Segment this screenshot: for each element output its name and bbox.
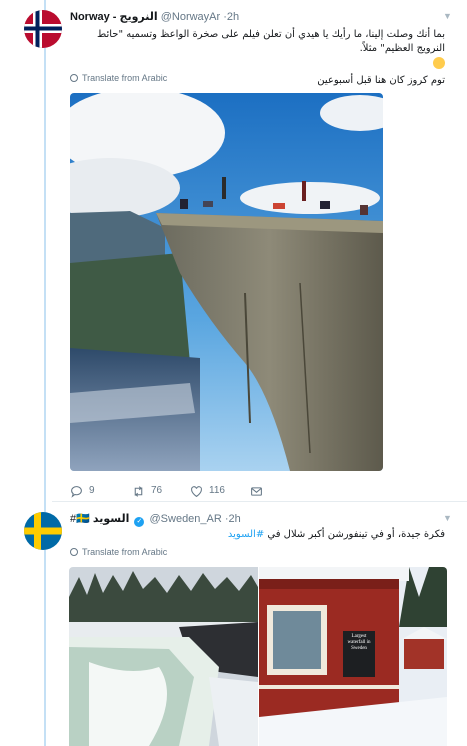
- tweet-sweden[interactable]: #🇸🇪 السويد ✓ @Sweden_AR ·2h ▼ فكرة جيدة،…: [0, 0, 467, 746]
- verified-icon: ✓: [134, 517, 145, 527]
- translate-link[interactable]: Translate from Arabic: [70, 547, 167, 557]
- flag-hashtag[interactable]: #🇸🇪: [70, 513, 90, 525]
- chevron-down-icon[interactable]: ▼: [443, 513, 453, 523]
- cabin-photo[interactable]: Largest waterfall in Sweden: [259, 567, 447, 746]
- translate-label: Translate from Arabic: [82, 547, 168, 557]
- tweet-text-line: فكرة جيدة، أو في تينفورشن أكبر شلال في: [264, 529, 445, 540]
- user-handle[interactable]: @Sweden_AR: [150, 513, 222, 525]
- timestamp[interactable]: ·2h: [225, 513, 241, 525]
- hashtag-link[interactable]: #السويد: [228, 529, 264, 540]
- globe-icon: [70, 548, 78, 556]
- display-name[interactable]: السويد: [93, 513, 129, 525]
- waterfall-sign: Largest waterfall in Sweden: [347, 634, 371, 651]
- sweden-flag-avatar[interactable]: [24, 512, 62, 550]
- tweet-text: فكرة جيدة، أو في تينفورشن أكبر شلال في #…: [75, 528, 445, 542]
- waterfall-photo[interactable]: [69, 567, 258, 746]
